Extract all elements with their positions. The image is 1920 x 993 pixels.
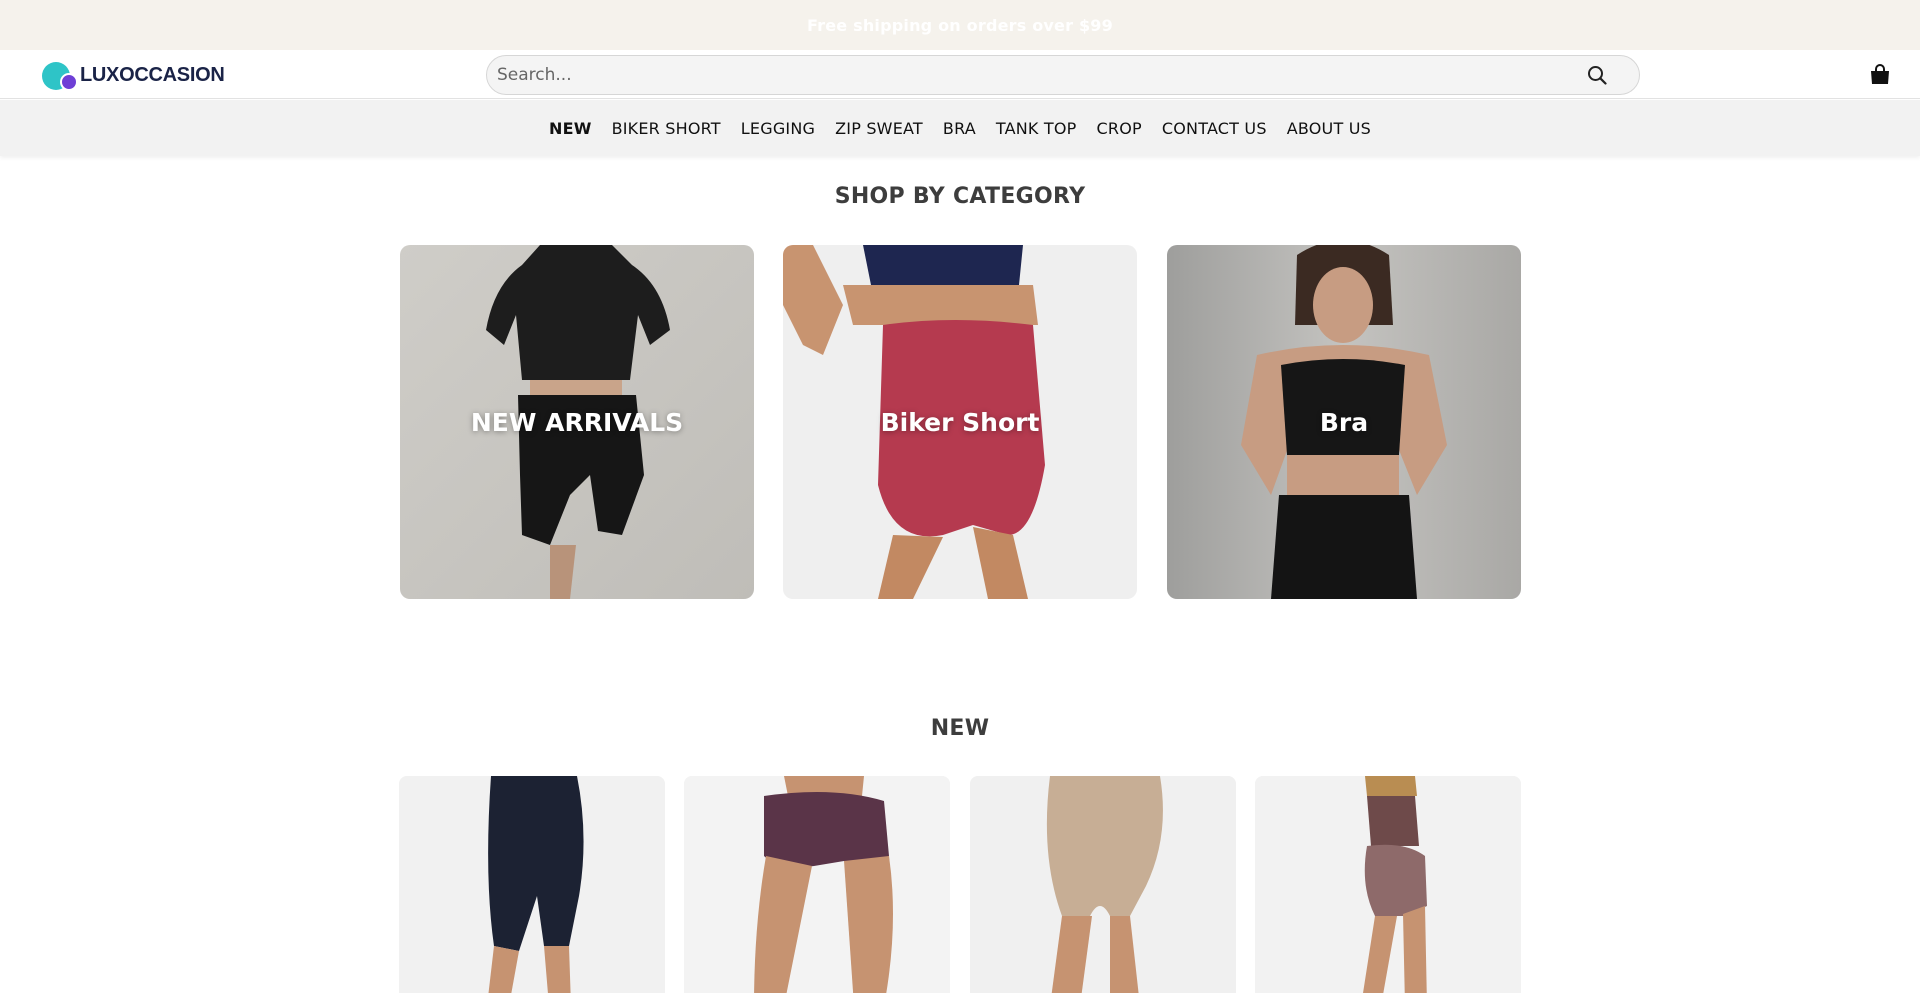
logo-mark-icon [42, 59, 78, 91]
nav-item-zip-sweat[interactable]: ZIP SWEAT [825, 119, 933, 138]
nav-item-tank-top[interactable]: TANK TOP [986, 119, 1087, 138]
search-button[interactable] [1577, 59, 1617, 91]
category-card-biker-short[interactable]: Biker Short [783, 245, 1137, 599]
product-image [684, 776, 950, 993]
product-card[interactable] [684, 776, 950, 993]
nav-item-bra[interactable]: BRA [933, 119, 986, 138]
category-label-new-arrivals: NEW ARRIVALS [470, 407, 684, 437]
nav-item-contact-us[interactable]: CONTACT US [1152, 119, 1277, 138]
announcement-text: Free shipping on orders over $99 [807, 15, 1113, 35]
nav-item-new[interactable]: NEW [539, 119, 602, 138]
logo[interactable]: LUXOCCASION [42, 59, 225, 91]
search-bar [486, 55, 1640, 95]
product-image [970, 776, 1236, 993]
shop-by-category-title: SHOP BY CATEGORY [834, 184, 1086, 209]
search-input[interactable] [497, 65, 1577, 85]
cart-button[interactable] [1868, 63, 1892, 87]
nav-item-biker-short[interactable]: BIKER SHORT [602, 119, 731, 138]
search-icon [1588, 66, 1607, 85]
product-card[interactable] [1255, 776, 1521, 993]
shopping-bag-icon [1871, 64, 1889, 84]
header: LUXOCCASION [0, 50, 1920, 99]
category-card-bra[interactable]: Bra [1167, 245, 1521, 599]
nav-item-about-us[interactable]: ABOUT US [1277, 119, 1381, 138]
category-label-bra: Bra [1319, 407, 1369, 437]
main-nav: NEW BIKER SHORT LEGGING ZIP SWEAT BRA TA… [0, 100, 1920, 156]
product-card[interactable] [399, 776, 665, 993]
category-card-new-arrivals[interactable]: NEW ARRIVALS [400, 245, 754, 599]
product-image [1255, 776, 1521, 993]
nav-item-legging[interactable]: LEGGING [731, 119, 825, 138]
nav-list: NEW BIKER SHORT LEGGING ZIP SWEAT BRA TA… [0, 100, 1920, 156]
nav-item-crop[interactable]: CROP [1087, 119, 1152, 138]
product-card[interactable] [970, 776, 1236, 993]
category-label-biker-short: Biker Short [880, 407, 1040, 437]
product-image [399, 776, 665, 993]
logo-text: LUXOCCASION [80, 63, 225, 86]
new-section-title: NEW [930, 716, 990, 741]
announcement-bar: Free shipping on orders over $99 [0, 0, 1920, 50]
